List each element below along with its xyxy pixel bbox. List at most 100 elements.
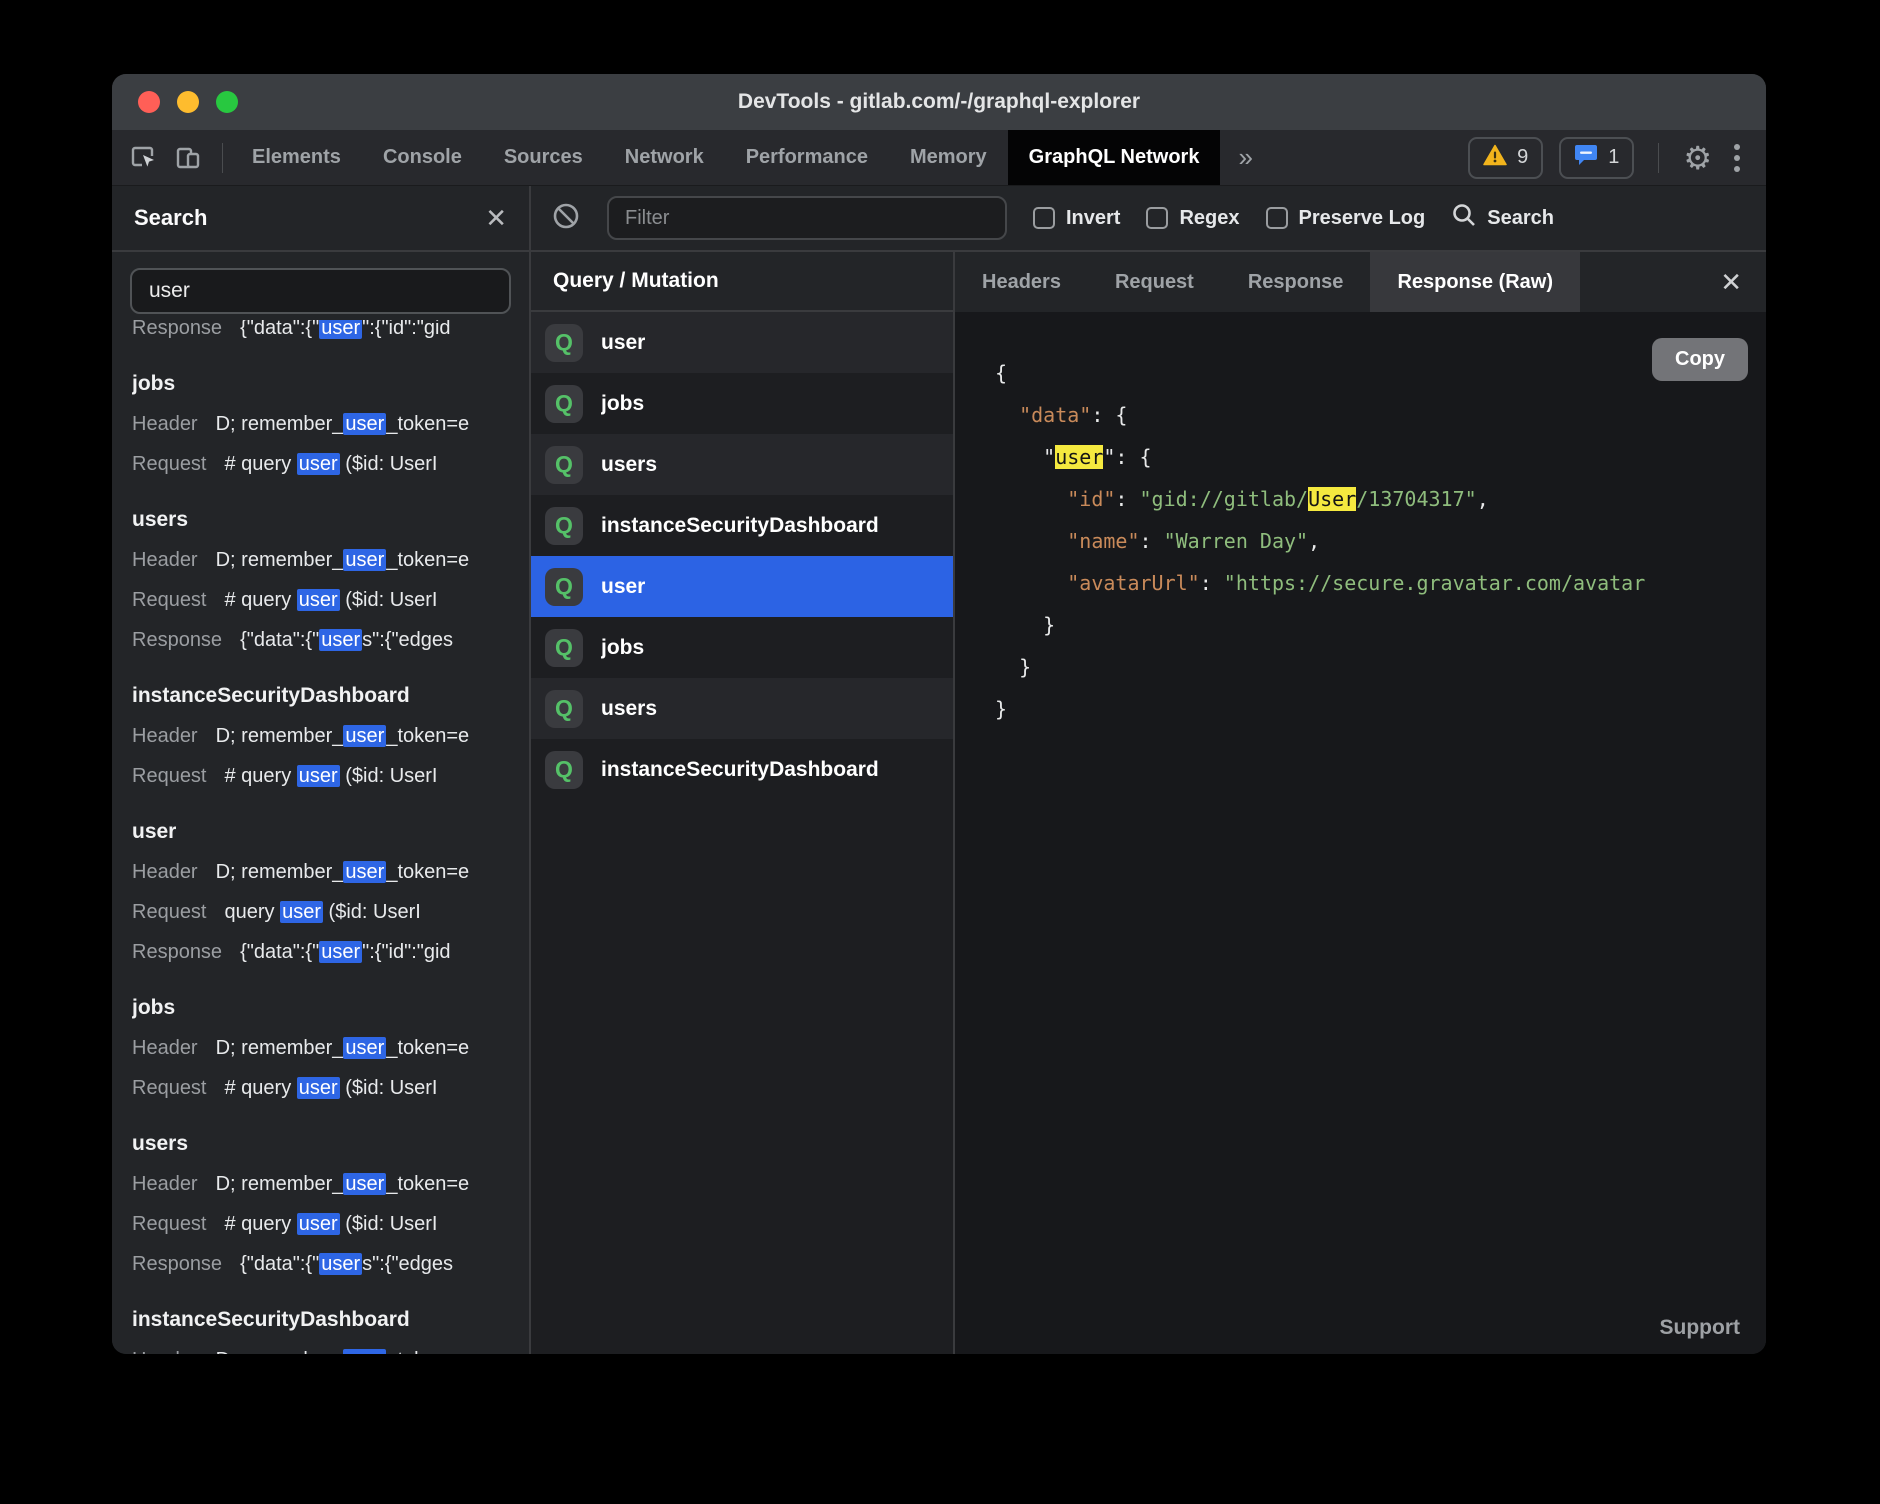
result-line-text: D; remember_ <box>216 413 344 435</box>
query-row-user[interactable]: Quser <box>531 312 953 373</box>
window-title: DevTools - gitlab.com/-/graphql-explorer <box>112 90 1766 114</box>
query-label: instanceSecurityDashboard <box>601 514 879 538</box>
result-line-text: ($id: UserI <box>340 1077 438 1099</box>
tab-console[interactable]: Console <box>362 130 483 185</box>
query-row-user[interactable]: Quser <box>531 556 953 617</box>
json-token: { <box>995 361 1007 385</box>
result-line-text: {"data":{" <box>240 629 319 651</box>
search-match-highlight-yellow: User <box>1308 487 1356 511</box>
tab-elements[interactable]: Elements <box>231 130 362 185</box>
result-line-text: ":{"id":"gid <box>362 941 450 963</box>
query-badge-icon: Q <box>545 751 583 789</box>
more-options-icon[interactable] <box>1728 144 1746 172</box>
json-token: "avatarUrl" <box>1067 571 1199 595</box>
detail-tab-headers[interactable]: Headers <box>955 252 1088 312</box>
filter-input[interactable] <box>607 196 1007 240</box>
warning-icon <box>1483 144 1507 172</box>
checkbox-invert[interactable]: Invert <box>1033 207 1120 230</box>
query-row-jobs[interactable]: Qjobs <box>531 373 953 434</box>
block-filter-icon[interactable] <box>551 201 581 236</box>
close-search-icon[interactable]: ✕ <box>485 205 507 231</box>
search-toggle-label: Search <box>1487 207 1554 230</box>
detail-tab-request[interactable]: Request <box>1088 252 1221 312</box>
result-line-text: s":{"edges <box>362 629 453 651</box>
result-line-text: _token=e <box>386 725 469 747</box>
json-line: } <box>995 604 1766 646</box>
query-row-instancesecuritydashboard[interactable]: QinstanceSecurityDashboard <box>531 739 953 800</box>
close-window-button[interactable] <box>138 91 160 113</box>
close-detail-icon[interactable]: ✕ <box>1720 269 1766 295</box>
search-match-highlight: user <box>343 725 386 747</box>
search-result[interactable]: usersHeaderD; remember_user_token=eReque… <box>132 500 529 660</box>
checkbox-box-regex[interactable] <box>1146 207 1168 229</box>
detail-tab-response-raw[interactable]: Response (Raw) <box>1370 252 1580 312</box>
tab-sources[interactable]: Sources <box>483 130 604 185</box>
query-badge-icon: Q <box>545 324 583 362</box>
checkbox-box-invert[interactable] <box>1033 207 1055 229</box>
tab-graphql-network[interactable]: GraphQL Network <box>1008 130 1221 185</box>
result-line-label: Response <box>132 941 222 963</box>
result-line-text: _token=e <box>386 1349 469 1354</box>
query-row-users[interactable]: Qusers <box>531 678 953 739</box>
result-line-label: Header <box>132 1173 198 1195</box>
tab-performance[interactable]: Performance <box>725 130 889 185</box>
device-toolbar-icon[interactable] <box>174 144 202 172</box>
result-line: Response{"data":{"user":{"id":"gid <box>132 320 529 348</box>
result-line-label: Header <box>132 1349 198 1354</box>
search-result[interactable]: userHeaderD; remember_user_token=eReques… <box>132 812 529 972</box>
search-result[interactable]: Response{"data":{"user":{"id":"gid <box>132 320 529 348</box>
json-token: "name" <box>1067 529 1139 553</box>
search-result[interactable]: instanceSecurityDashboardHeaderD; rememb… <box>132 1300 529 1354</box>
query-label: jobs <box>601 636 644 660</box>
messages-badge[interactable]: 1 <box>1559 137 1634 179</box>
search-match-highlight: user <box>343 549 386 571</box>
minimize-window-button[interactable] <box>177 91 199 113</box>
zoom-window-button[interactable] <box>216 91 238 113</box>
result-line-text: query <box>225 901 281 923</box>
result-line-text: # query <box>225 1077 297 1099</box>
json-content: { "data": { "user": { "id": "gid://gitla… <box>995 352 1766 730</box>
query-row-users[interactable]: Qusers <box>531 434 953 495</box>
result-line-text: D; remember_ <box>216 1037 344 1059</box>
support-link[interactable]: Support <box>1660 1316 1740 1340</box>
detail-tab-response[interactable]: Response <box>1221 252 1371 312</box>
checkbox-box-preserve-log[interactable] <box>1266 207 1288 229</box>
search-result[interactable]: instanceSecurityDashboardHeaderD; rememb… <box>132 676 529 796</box>
inspect-element-icon[interactable] <box>130 144 158 172</box>
search-icon <box>1451 202 1477 234</box>
result-line-text: _token=e <box>386 549 469 571</box>
query-row-jobs[interactable]: Qjobs <box>531 617 953 678</box>
search-result[interactable]: jobsHeaderD; remember_user_token=eReques… <box>132 364 529 484</box>
result-line-text: D; remember_ <box>216 1173 344 1195</box>
copy-button[interactable]: Copy <box>1652 338 1748 381</box>
result-line-text: D; remember_ <box>216 725 344 747</box>
json-line: { <box>995 352 1766 394</box>
checkbox-regex[interactable]: Regex <box>1146 207 1239 230</box>
checkbox-preserve-log[interactable]: Preserve Log <box>1266 207 1426 230</box>
toolbar-divider <box>1658 143 1659 173</box>
more-tabs-chevron-icon[interactable]: » <box>1220 130 1270 185</box>
search-result[interactable]: usersHeaderD; remember_user_token=eReque… <box>132 1124 529 1284</box>
search-match-highlight: user <box>343 1037 386 1059</box>
query-row-instancesecuritydashboard[interactable]: QinstanceSecurityDashboard <box>531 495 953 556</box>
search-input[interactable] <box>130 268 511 314</box>
tab-memory[interactable]: Memory <box>889 130 1008 185</box>
settings-gear-icon[interactable]: ⚙ <box>1683 142 1712 174</box>
json-token <box>995 487 1067 511</box>
search-result[interactable]: jobsHeaderD; remember_user_token=eReques… <box>132 988 529 1108</box>
search-match-highlight: user <box>343 1349 386 1354</box>
result-line-text: # query <box>225 765 297 787</box>
result-line-label: Header <box>132 1037 198 1059</box>
search-panel-title: Search <box>134 205 207 231</box>
tab-network[interactable]: Network <box>604 130 725 185</box>
search-toggle-button[interactable]: Search <box>1451 202 1554 234</box>
json-token: "https://secure.gravatar.com/avatar <box>1224 571 1645 595</box>
search-match-highlight: user <box>343 1173 386 1195</box>
toolbar-right: 9 1 ⚙ <box>1468 130 1766 185</box>
query-badge-icon: Q <box>545 385 583 423</box>
warnings-badge[interactable]: 9 <box>1468 137 1543 179</box>
json-token: } <box>995 613 1055 637</box>
result-line: HeaderD; remember_user_token=e <box>132 540 529 580</box>
filter-bar: Invert Regex Preserve Log Search <box>531 186 1766 250</box>
result-line-text: ($id: UserI <box>323 901 421 923</box>
